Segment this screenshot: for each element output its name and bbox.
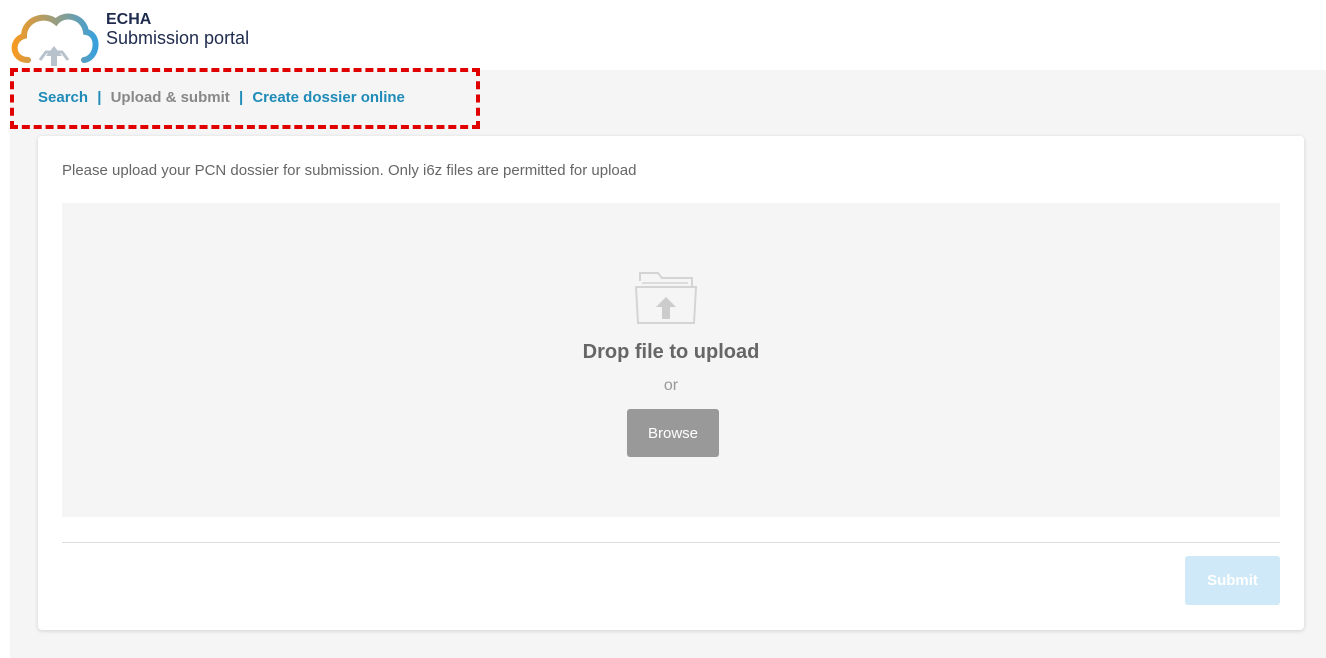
highlight-annotation-box <box>10 68 480 129</box>
folder-upload-icon <box>634 272 698 324</box>
browse-button[interactable]: Browse <box>627 409 719 457</box>
file-dropzone[interactable]: Drop file to upload or Browse <box>62 203 1280 517</box>
or-text: or <box>663 377 679 394</box>
drop-file-text: Drop file to upload <box>582 341 760 363</box>
logo-title: ECHA <box>106 11 152 28</box>
submit-button[interactable]: Submit <box>1185 556 1280 605</box>
logo-text: ECHA Submission portal <box>106 10 249 48</box>
upload-card: Please upload your PCN dossier for submi… <box>38 136 1304 630</box>
cloud-upload-icon <box>11 13 99 66</box>
divider <box>62 542 1280 543</box>
logo-subtitle: Submission portal <box>106 28 250 48</box>
upload-instructions: Please upload your PCN dossier for submi… <box>62 162 637 179</box>
header: ECHA Submission portal <box>0 0 1326 70</box>
